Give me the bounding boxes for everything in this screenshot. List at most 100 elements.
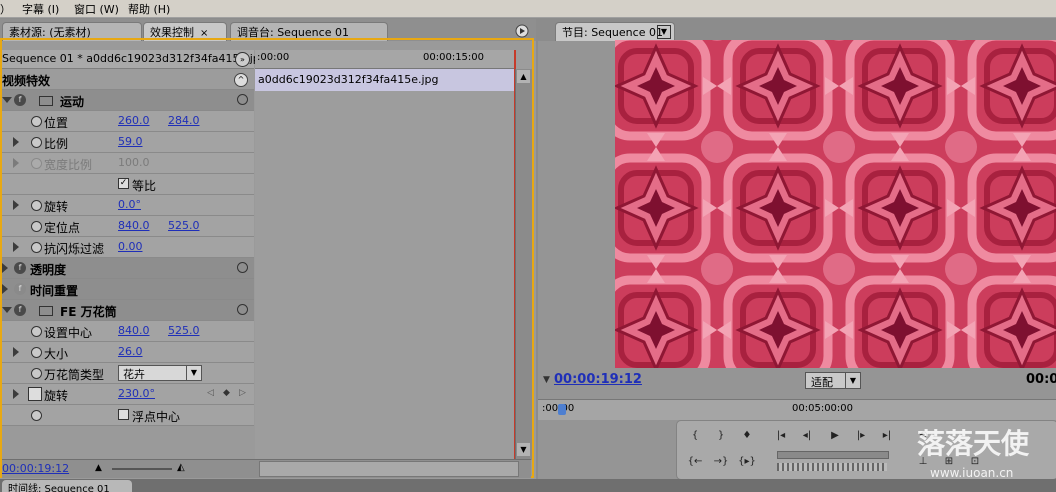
anchor-y-value[interactable]: 525.0 xyxy=(168,219,200,232)
stopwatch-active-icon[interactable] xyxy=(28,387,42,401)
center-y-value[interactable]: 525.0 xyxy=(168,324,200,337)
expand-triangle-icon[interactable] xyxy=(2,263,8,273)
add-keyframe-icon[interactable]: ◆ xyxy=(223,388,230,398)
kaleido-type-select[interactable]: 花卉 ▼ xyxy=(118,365,202,381)
expand-triangle-icon[interactable] xyxy=(2,284,8,294)
mark-out-icon[interactable]: } xyxy=(711,427,731,445)
expand-triangle-icon[interactable] xyxy=(13,389,19,399)
property-label: 大小 xyxy=(44,347,69,361)
mark-in-icon[interactable]: { xyxy=(685,427,705,445)
uniform-scale-checkbox[interactable]: ✓ xyxy=(118,178,129,189)
prev-keyframe-icon[interactable]: ◁ xyxy=(207,388,214,398)
go-to-in-icon[interactable]: |◂ xyxy=(771,427,791,445)
effect-motion[interactable]: f 运动 xyxy=(2,90,254,111)
stopwatch-icon[interactable] xyxy=(31,242,42,253)
chevron-down-icon[interactable]: ▼ xyxy=(186,366,201,380)
step-forward-icon[interactable]: |▸ xyxy=(851,427,871,445)
property-float-center: 浮点中心 xyxy=(2,405,254,426)
expand-triangle-icon[interactable] xyxy=(2,307,12,313)
program-timeline-ruler[interactable]: :00:00 00:05:00:00 xyxy=(538,399,1056,420)
set-marker-icon[interactable]: ♦ xyxy=(737,427,757,445)
next-keyframe-icon[interactable]: ▷ xyxy=(239,388,246,398)
expand-triangle-icon[interactable] xyxy=(13,137,19,147)
position-x-value[interactable]: 260.0 xyxy=(118,114,150,127)
watermark-logo: 落落天使 xyxy=(917,427,1030,460)
kaleido-rotation-value[interactable]: 230.0° xyxy=(118,387,155,400)
rotation-value[interactable]: 0.0° xyxy=(118,198,141,211)
expand-triangle-icon[interactable] xyxy=(13,242,19,252)
vertical-scrollbar[interactable]: ▲ ▼ xyxy=(515,69,532,460)
scroll-down-icon[interactable]: ▼ xyxy=(517,443,530,456)
go-to-out-icon[interactable]: ▸| xyxy=(877,427,897,445)
program-current-timecode[interactable]: 00:00:19:12 xyxy=(554,372,642,387)
ruler-end-label: 00:00:15:00 xyxy=(423,52,485,63)
go-to-in-point-icon[interactable]: {← xyxy=(685,453,705,471)
go-to-out-point-icon[interactable]: →} xyxy=(711,453,731,471)
reset-icon[interactable] xyxy=(237,94,248,105)
transform-icon[interactable] xyxy=(39,306,53,316)
zoom-out-icon[interactable]: ▲ xyxy=(95,463,102,473)
reset-icon[interactable] xyxy=(237,262,248,273)
center-x-value[interactable]: 840.0 xyxy=(118,324,150,337)
stopwatch-icon[interactable] xyxy=(31,410,42,421)
anchor-x-value[interactable]: 840.0 xyxy=(118,219,150,232)
fx-toggle-icon[interactable]: f xyxy=(14,262,26,274)
scale-value[interactable]: 59.0 xyxy=(118,135,143,148)
effect-opacity[interactable]: f 透明度 xyxy=(2,258,254,279)
scroll-up-icon[interactable]: ▲ xyxy=(517,70,530,83)
tab-timeline[interactable]: 时间线: Sequence 01 xyxy=(2,480,132,492)
menu-item-help[interactable]: 帮助 (H) xyxy=(128,1,170,17)
expand-triangle-icon[interactable] xyxy=(13,347,19,357)
chevron-down-icon[interactable]: ▼ xyxy=(845,373,860,388)
menu-item-partial[interactable]: ） xyxy=(0,1,11,17)
chevron-down-icon[interactable]: ▼ xyxy=(543,375,550,385)
effect-timeline-ruler[interactable]: :00:00 00:00:15:00 xyxy=(255,50,515,69)
fx-toggle-icon[interactable]: f xyxy=(14,304,26,316)
reset-icon[interactable] xyxy=(237,304,248,315)
size-value[interactable]: 26.0 xyxy=(118,345,143,358)
position-y-value[interactable]: 284.0 xyxy=(168,114,200,127)
zoom-slider[interactable] xyxy=(112,468,172,470)
effect-kaleida[interactable]: f FE 万花筒 xyxy=(2,300,254,321)
motion-transform-icon[interactable] xyxy=(39,96,53,106)
clip-bar[interactable]: a0dd6c19023d312f34fa415e.jpg xyxy=(255,69,515,91)
tab-program-label: 节目: Sequence 01 xyxy=(562,26,663,39)
play-icon[interactable]: ▶ xyxy=(825,427,845,445)
play-in-to-out-icon[interactable]: {▸} xyxy=(737,453,757,471)
stopwatch-icon[interactable] xyxy=(31,116,42,127)
tab-program[interactable]: 节目: Sequence 01 ▼ xyxy=(555,22,675,41)
fit-zoom-select[interactable]: 适配 ▼ xyxy=(805,372,861,389)
video-effects-section: 视频特效 ^ xyxy=(2,69,254,90)
stopwatch-icon[interactable] xyxy=(31,137,42,148)
step-back-icon[interactable]: ◂| xyxy=(797,427,817,445)
horizontal-scrollbar[interactable] xyxy=(259,461,519,477)
expand-triangle-icon[interactable] xyxy=(2,97,12,103)
effect-time-remap[interactable]: f 时间重置 xyxy=(2,279,254,300)
playhead-icon[interactable] xyxy=(558,404,566,415)
jog-wheel[interactable] xyxy=(777,463,887,471)
stopwatch-icon[interactable] xyxy=(31,200,42,211)
shuttle-slider[interactable] xyxy=(777,451,889,459)
antiflicker-value[interactable]: 0.00 xyxy=(118,240,143,253)
stopwatch-icon[interactable] xyxy=(31,368,42,379)
expand-triangle-icon[interactable] xyxy=(13,200,19,210)
program-video-frame[interactable] xyxy=(615,40,1056,368)
stopwatch-icon[interactable] xyxy=(31,221,42,232)
menu-bar: ） 字幕 (I) 窗口 (W) 帮助 (H) xyxy=(0,0,1056,18)
expand-triangle-icon[interactable] xyxy=(13,158,19,168)
property-scale: 比例 59.0 xyxy=(2,132,254,153)
stopwatch-icon[interactable] xyxy=(31,347,42,358)
chevron-down-icon[interactable]: ▼ xyxy=(657,25,671,39)
property-size: 大小 26.0 xyxy=(2,342,254,363)
panel-menu-icon[interactable] xyxy=(500,23,530,39)
menu-item-window[interactable]: 窗口 (W) xyxy=(74,1,119,17)
menu-item-title[interactable]: 字幕 (I) xyxy=(22,1,59,17)
current-timecode[interactable]: 00:00:19:12 xyxy=(2,462,69,475)
zoom-in-icon[interactable]: ◭ xyxy=(177,462,185,473)
collapse-icon[interactable]: ^ xyxy=(234,73,248,87)
float-center-checkbox[interactable] xyxy=(118,409,129,420)
effect-timeline-area[interactable] xyxy=(255,50,531,460)
show-timeline-toggle-icon[interactable]: » xyxy=(235,52,250,67)
stopwatch-icon[interactable] xyxy=(31,326,42,337)
fx-toggle-icon[interactable]: f xyxy=(14,94,26,106)
